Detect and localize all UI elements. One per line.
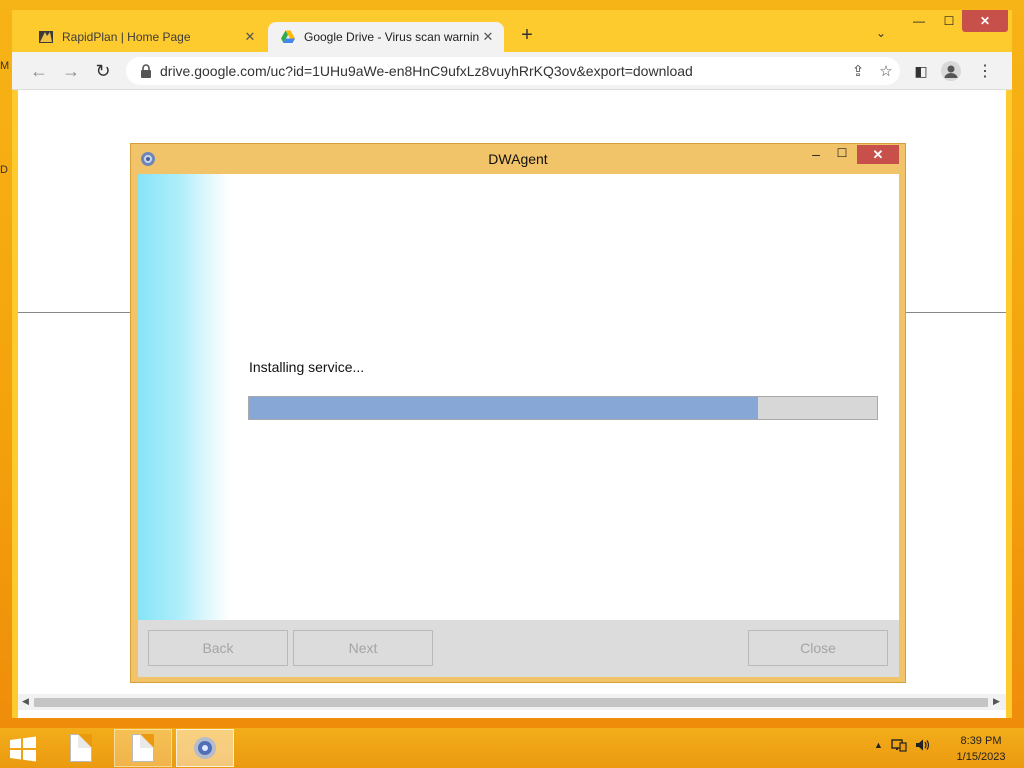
profile-button[interactable] xyxy=(940,60,962,82)
file-icon xyxy=(70,734,92,762)
window-minimize-button[interactable]: — xyxy=(902,10,936,32)
taskbar-file-item[interactable] xyxy=(52,729,110,767)
menu-kebab-icon[interactable]: ⋮ xyxy=(974,60,996,82)
tab-rapidplan[interactable]: RapidPlan | Home Page ✕ xyxy=(26,22,266,52)
dialog-titlebar[interactable]: DWAgent – ☐ ✕ xyxy=(131,144,905,174)
tab-strip: RapidPlan | Home Page ✕ Google Drive - V… xyxy=(12,10,1012,52)
address-bar[interactable]: drive.google.com/uc?id=1UHu9aWe-en8HnC9u… xyxy=(126,57,900,85)
lock-icon[interactable] xyxy=(140,64,152,78)
avatar-icon xyxy=(941,61,961,81)
install-status-text: Installing service... xyxy=(249,359,365,375)
dialog-minimize-button[interactable]: – xyxy=(805,146,827,166)
scroll-right-icon[interactable]: ▶ xyxy=(993,696,1000,707)
dwagent-dialog: DWAgent – ☐ ✕ Installing service... Back… xyxy=(130,143,906,683)
reload-icon[interactable]: ↻ xyxy=(92,60,114,82)
window-maximize-button[interactable]: ☐ xyxy=(938,10,960,32)
taskbar-dwagent-item[interactable] xyxy=(176,729,234,767)
system-tray: ▲ xyxy=(874,738,931,752)
tab-google-drive[interactable]: Google Drive - Virus scan warnin ✕ xyxy=(268,22,504,52)
scrollbar-thumb[interactable] xyxy=(34,698,988,707)
back-button[interactable]: Back xyxy=(148,630,288,666)
install-progress-bar xyxy=(248,396,878,420)
taskbar-file-item[interactable] xyxy=(114,729,172,767)
next-button[interactable]: Next xyxy=(293,630,433,666)
url-text[interactable]: drive.google.com/uc?id=1UHu9aWe-en8HnC9u… xyxy=(160,63,844,79)
tab-close-icon[interactable]: ✕ xyxy=(242,29,258,45)
close-button[interactable]: Close xyxy=(748,630,888,666)
taskbar: ▲ 8:39 PM 1/15/2023 xyxy=(0,728,1024,768)
progress-fill xyxy=(249,397,758,419)
dialog-body: Installing service... Back Next Close xyxy=(138,174,899,677)
file-icon xyxy=(132,734,154,762)
desktop-edge-label: D xyxy=(0,164,8,176)
browser-toolbar: ← → ↻ drive.google.com/uc?id=1UHu9aWe-en… xyxy=(12,52,1012,90)
taskbar-clock[interactable]: 8:39 PM 1/15/2023 xyxy=(948,733,1014,765)
tray-chevron-icon[interactable]: ▲ xyxy=(874,740,883,750)
tab-title: RapidPlan | Home Page xyxy=(62,30,191,44)
share-icon[interactable]: ⇪ xyxy=(844,62,872,80)
dialog-maximize-button[interactable]: ☐ xyxy=(831,146,853,166)
network-icon[interactable] xyxy=(891,738,907,752)
speaker-icon[interactable] xyxy=(915,738,931,752)
window-close-button[interactable]: ✕ xyxy=(962,10,1008,32)
clock-date: 1/15/2023 xyxy=(956,751,1006,763)
dialog-button-bar: Back Next Close xyxy=(138,620,899,677)
horizontal-scrollbar[interactable]: ◀ ▶ xyxy=(18,694,1006,710)
tab-title: Google Drive - Virus scan warnin xyxy=(304,30,480,44)
windows-start-icon[interactable] xyxy=(8,736,38,762)
forward-arrow-icon[interactable]: → xyxy=(60,60,82,82)
dialog-close-x-button[interactable]: ✕ xyxy=(857,145,899,164)
tab-close-icon[interactable]: ✕ xyxy=(480,29,496,45)
new-tab-button[interactable]: + xyxy=(516,24,538,47)
tab-search-chevron-icon[interactable]: ⌄ xyxy=(876,26,886,40)
dialog-side-banner xyxy=(138,174,230,620)
google-drive-icon xyxy=(281,30,295,43)
rapidplan-favicon-icon xyxy=(39,31,53,43)
dwagent-gear-icon xyxy=(194,737,216,759)
bookmark-star-icon[interactable]: ☆ xyxy=(872,62,900,80)
back-arrow-icon[interactable]: ← xyxy=(28,60,50,82)
side-panel-icon[interactable]: ◧ xyxy=(910,60,932,82)
desktop-edge-label: M xyxy=(0,60,10,72)
clock-time: 8:39 PM xyxy=(960,735,1002,747)
dialog-title: DWAgent xyxy=(488,151,548,167)
scroll-left-icon[interactable]: ◀ xyxy=(22,696,29,707)
